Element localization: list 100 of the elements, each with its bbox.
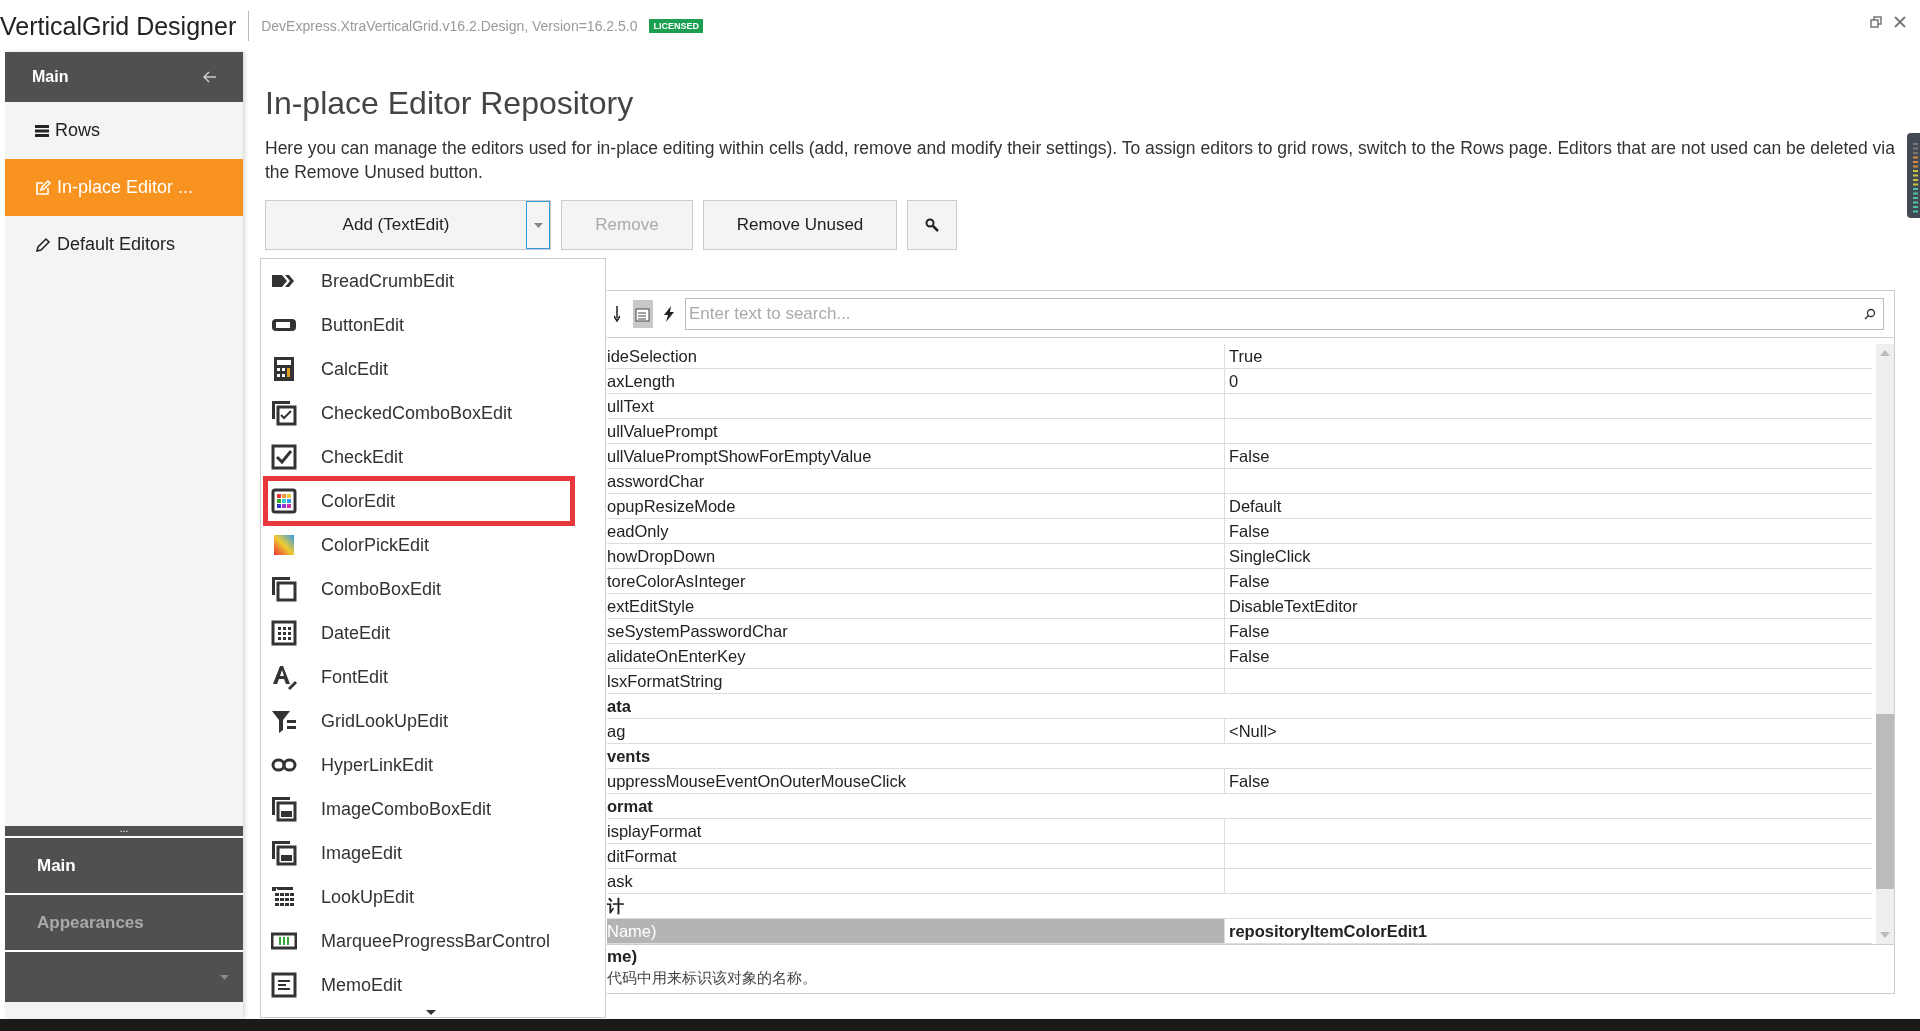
category-header[interactable]: vents — [607, 744, 1224, 768]
property-value[interactable]: False — [1225, 769, 1872, 793]
property-name[interactable]: alidateOnEnterKey — [607, 644, 1225, 668]
menu-item[interactable]: ComboBoxEdit — [261, 567, 605, 611]
version-text: DevExpress.XtraVerticalGrid.v16.2.Design, Version=16.2.5.0 — [261, 18, 638, 34]
scroll-up-icon — [1880, 350, 1890, 356]
calendar-grid-icon — [271, 620, 297, 646]
property-name[interactable]: seSystemPasswordChar — [607, 619, 1225, 643]
property-name[interactable]: ullText — [607, 394, 1225, 418]
filter-grid-icon — [271, 708, 297, 734]
category-header[interactable]: ormat — [607, 794, 1224, 818]
property-value[interactable]: SingleClick — [1225, 544, 1872, 568]
property-name[interactable]: lsxFormatString — [607, 669, 1225, 693]
property-value[interactable]: <Null> — [1225, 719, 1872, 743]
property-name[interactable]: howDropDown — [607, 544, 1225, 568]
search-field[interactable]: Enter text to search... — [685, 298, 1884, 330]
menu-item[interactable]: HyperLinkEdit — [261, 743, 605, 787]
menu-item[interactable]: CheckEdit — [261, 435, 605, 479]
properties-tab[interactable] — [633, 300, 653, 328]
license-badge: LICENSED — [649, 19, 703, 33]
memo-icon — [271, 972, 297, 998]
property-page-icon — [635, 306, 651, 322]
page-title: In-place Editor Repository — [265, 85, 635, 122]
checkbox-icon — [271, 444, 297, 470]
pencil-icon — [35, 236, 51, 253]
restore-icon[interactable] — [1870, 16, 1882, 28]
property-name[interactable]: ditFormat — [607, 844, 1225, 868]
font-pen-icon — [271, 664, 297, 690]
menu-item[interactable]: FontEdit — [261, 655, 605, 699]
sidebar-item[interactable]: Default Editors — [5, 216, 243, 273]
property-name[interactable]: ag — [607, 719, 1225, 743]
color-grid-icon — [271, 488, 297, 514]
property-name[interactable]: opupResizeMode — [607, 494, 1225, 518]
back-arrow-icon[interactable] — [203, 71, 217, 83]
menu-item[interactable]: GridLookUpEdit — [261, 699, 605, 743]
menu-item[interactable]: ImageEdit — [261, 831, 605, 875]
property-value[interactable]: False — [1225, 569, 1872, 593]
caret-icon — [533, 222, 543, 228]
property-value[interactable]: False — [1225, 644, 1872, 668]
menu-item[interactable]: ColorPickEdit — [261, 523, 605, 567]
menu-item[interactable]: ImageComboBoxEdit — [261, 787, 605, 831]
page-description: Here you can manage the editors used for in-place editing within cells (add, remove and modify their settings). To assign editors to grid rows, switch to the Rows page. Editors that are not used can be deleted via the Remove Unused button. — [265, 137, 1895, 184]
sidebar-item[interactable]: Rows — [5, 102, 243, 159]
level-meter-icon — [1907, 133, 1920, 218]
edit-icon — [35, 179, 51, 196]
down-arrow-icon — [614, 306, 620, 322]
app-title: VerticalGrid Designer — [0, 11, 250, 41]
search-icon — [925, 218, 939, 232]
menu-item[interactable]: LookUpEdit — [261, 875, 605, 919]
property-value[interactable]: True — [1225, 344, 1872, 368]
property-name[interactable]: ullValuePromptShowForEmptyValue — [607, 444, 1225, 468]
property-value[interactable]: DisableTextEditor — [1225, 594, 1872, 618]
gradient-icon — [271, 532, 297, 558]
caret-icon — [220, 974, 229, 980]
property-name[interactable]: uppressMouseEventOnOuterMouseClick — [607, 769, 1225, 793]
property-value[interactable]: 0 — [1225, 369, 1872, 393]
scroll-down-icon — [1880, 932, 1890, 938]
image-stack-icon — [271, 796, 297, 822]
menu-item[interactable]: BreadCrumbEdit — [261, 259, 605, 303]
scroll-down-icon[interactable] — [426, 1010, 436, 1015]
search-button[interactable] — [907, 200, 957, 250]
calculator-icon — [271, 356, 297, 382]
sidebar-title: Main — [32, 68, 69, 86]
property-value[interactable]: False — [1225, 619, 1872, 643]
property-value[interactable]: False — [1225, 519, 1872, 543]
menu-item[interactable]: CheckedComboBoxEdit — [261, 391, 605, 435]
lightning-icon — [663, 306, 675, 322]
menu-item[interactable]: ButtonEdit — [261, 303, 605, 347]
property-value[interactable]: repositoryItemColorEdit1 — [1225, 919, 1872, 943]
menu-item[interactable]: MemoEdit — [261, 963, 605, 1007]
toolbar-button[interactable]: Remove Unused — [703, 200, 897, 250]
description-text: 代码中用来标识该对象的名称。 — [607, 969, 818, 988]
category-header[interactable]: 计 — [607, 894, 1224, 918]
list-icon — [35, 123, 49, 138]
property-name[interactable]: ullValuePrompt — [607, 419, 1225, 443]
category-header[interactable]: ata — [607, 694, 1224, 718]
property-name[interactable]: isplayFormat — [607, 819, 1225, 843]
property-value[interactable]: Default — [1225, 494, 1872, 518]
nav-group[interactable]: Main — [5, 838, 243, 895]
close-icon[interactable] — [1894, 16, 1906, 28]
search-icon — [1864, 308, 1876, 320]
splitter-handle[interactable]: ... — [5, 826, 243, 838]
menu-item[interactable]: ColorEdit — [263, 476, 575, 526]
property-value[interactable]: False — [1225, 444, 1872, 468]
dropdown-button[interactable] — [526, 201, 550, 249]
image-stack-icon — [271, 840, 297, 866]
property-name[interactable]: extEditStyle — [607, 594, 1225, 618]
scrollbar[interactable] — [1876, 344, 1894, 944]
menu-item[interactable]: CalcEdit — [261, 347, 605, 391]
menu-item[interactable]: DateEdit — [261, 611, 605, 655]
property-name[interactable]: eadOnly — [607, 519, 1225, 543]
combo-icon — [271, 576, 297, 602]
property-name[interactable]: ideSelection — [607, 344, 1225, 368]
checkbox-stack-icon — [271, 400, 297, 426]
property-name[interactable]: ask — [607, 869, 1225, 893]
menu-item[interactable]: MarqueeProgressBarControl — [261, 919, 605, 963]
description-title: me) — [607, 947, 639, 967]
property-name[interactable]: asswordChar — [607, 469, 1225, 493]
property-name[interactable]: toreColorAsInteger — [607, 569, 1225, 593]
property-name[interactable]: axLength — [607, 369, 1225, 393]
